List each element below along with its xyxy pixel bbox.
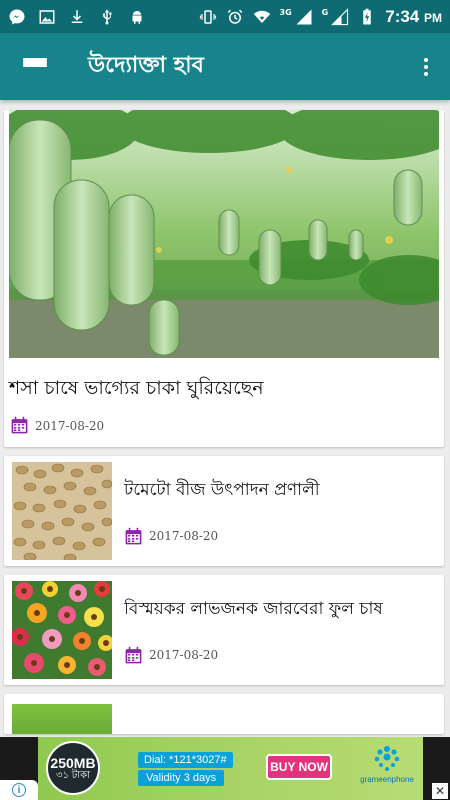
signal-icon — [295, 8, 313, 26]
gallery-icon — [38, 8, 56, 26]
status-bar: 3G G 7:34 PM — [0, 0, 450, 33]
hamburger-menu-icon — [23, 58, 47, 75]
featured-article-meta: 2017-08-20 — [4, 416, 444, 435]
usb-icon — [98, 8, 116, 26]
article-thumbnail — [12, 704, 112, 734]
app-bar: উদ্যোক্তা হাব — [0, 33, 450, 100]
ad-buy-now-button[interactable]: BUY NOW — [266, 754, 332, 780]
alarm-icon — [226, 8, 244, 26]
article-title: বিস্ময়কর লাভজনক জারবেরা ফুল চাষ — [124, 598, 383, 619]
vibrate-icon — [199, 8, 217, 26]
ad-validity: Validity 3 days — [138, 770, 225, 786]
messenger-icon — [8, 8, 26, 26]
ad-banner[interactable]: 250MB ৩১ টাকা Dial: *121*3027# Validity … — [0, 737, 450, 800]
signal-icon — [331, 7, 349, 26]
calendar-icon — [125, 527, 142, 544]
battery-charging-icon — [358, 8, 376, 26]
navigation-menu-button[interactable] — [0, 33, 70, 100]
network-3g-label: 3G — [279, 8, 292, 17]
cucumber-photo — [9, 110, 439, 358]
featured-article-card[interactable]: শসা চাষে ভাগ্যের চাকা ঘুরিয়েছেন 2017-08… — [4, 110, 444, 447]
ad-brand-name: grameenphone — [360, 775, 414, 784]
ad-price: ৩১ টাকা — [55, 769, 90, 781]
close-icon: ✕ — [434, 784, 446, 798]
ad-data-offer-bubble: 250MB ৩১ টাকা — [46, 741, 100, 795]
tomato-seeds-photo — [12, 462, 112, 560]
article-title: টমেটো বীজ উৎপাদন প্রণালী — [124, 479, 320, 500]
ad-choices-button[interactable]: i — [0, 780, 38, 800]
ad-dial-code: Dial: *121*3027# — [138, 752, 233, 768]
gerbera-flowers-photo — [12, 581, 112, 679]
article-card[interactable] — [4, 694, 444, 734]
ad-brand-logo: grameenphone — [358, 745, 416, 793]
ad-creative[interactable]: 250MB ৩১ টাকা Dial: *121*3027# Validity … — [38, 737, 423, 800]
ad-data-amount: 250MB — [50, 754, 96, 771]
android-icon — [128, 8, 146, 26]
download-icon — [68, 8, 86, 26]
featured-article-title: শসা চাষে ভাগ্যের চাকা ঘুরিয়েছেন — [9, 377, 264, 399]
article-feed[interactable]: শসা চাষে ভাগ্যের চাকা ঘুরিয়েছেন 2017-08… — [0, 100, 450, 737]
calendar-icon — [11, 416, 28, 434]
article-card[interactable]: টমেটো বীজ উৎপাদন প্রণালী 2017-08-20 — [4, 456, 444, 566]
status-time: 7:34 PM — [385, 6, 442, 26]
article-meta: 2017-08-20 — [124, 646, 383, 665]
grameenphone-logo-icon — [374, 746, 400, 771]
calendar-icon — [125, 646, 142, 663]
article-date: 2017-08-20 — [149, 648, 219, 662]
article-meta: 2017-08-20 — [124, 527, 320, 546]
more-vert-icon — [424, 57, 428, 62]
ad-info-icon: i — [12, 783, 26, 797]
ad-close-button[interactable]: ✕ — [432, 783, 448, 799]
wifi-icon — [253, 8, 271, 26]
network-g-label: G — [321, 8, 329, 17]
overflow-menu-button[interactable] — [402, 33, 450, 100]
article-date: 2017-08-20 — [149, 529, 219, 543]
article-card[interactable]: বিস্ময়কর লাভজনক জারবেরা ফুল চাষ 2017-08… — [4, 575, 444, 685]
app-title: উদ্যোক্তা হাব — [88, 53, 204, 78]
featured-article-date: 2017-08-20 — [35, 418, 105, 433]
